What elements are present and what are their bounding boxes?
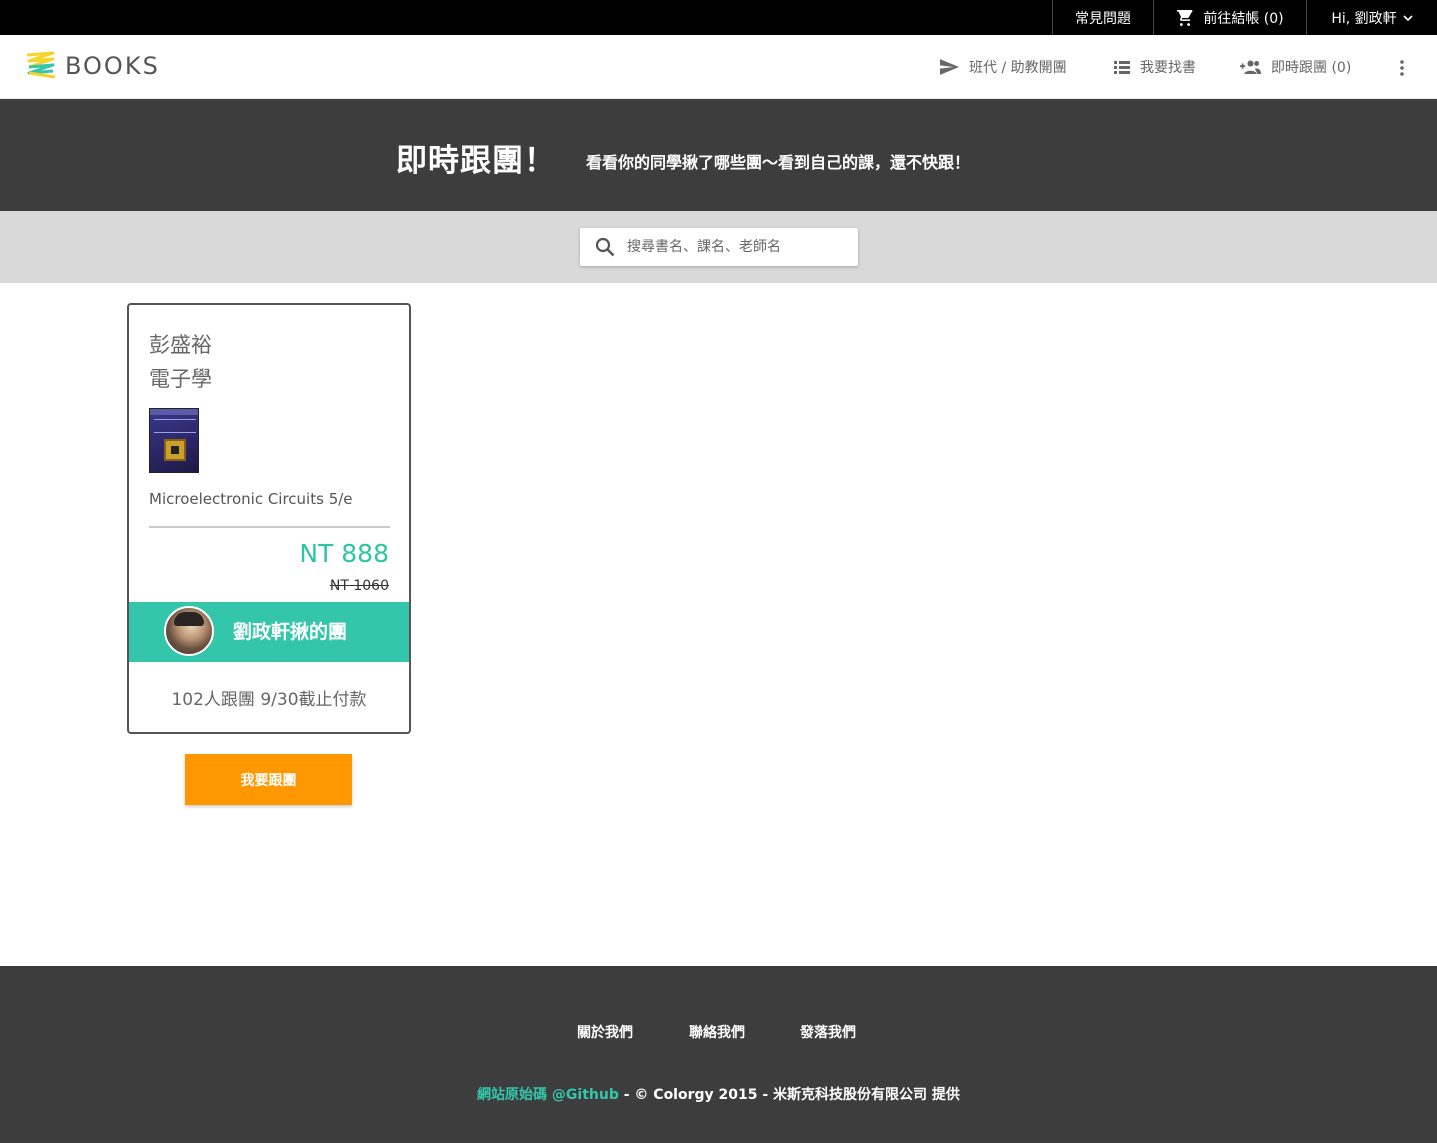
- footer-contact-link[interactable]: 聯絡我們: [689, 1022, 745, 1042]
- card-divider: [149, 526, 390, 528]
- nav-follow-group[interactable]: 即時跟團 (0): [1240, 55, 1351, 79]
- course-name: 電子學: [149, 367, 212, 391]
- banner-title: 即時跟團！: [396, 143, 556, 179]
- followers-info: 102人跟團 9/30截止付款: [171, 690, 367, 710]
- github-link[interactable]: 網站原始碼 @Github: [477, 1087, 619, 1103]
- search-box: [580, 228, 858, 266]
- search-input[interactable]: [627, 239, 847, 255]
- logo-text: BOOKS: [65, 52, 160, 80]
- logo[interactable]: BOOKS: [25, 49, 160, 83]
- more-vert-icon: [1400, 60, 1404, 76]
- nav-follow-group-label: 即時跟團 (0): [1271, 60, 1352, 76]
- group-price: NT 888: [299, 539, 389, 568]
- search-icon: [595, 237, 615, 257]
- nav-find-book[interactable]: 我要找書: [1114, 55, 1196, 79]
- nav-open-group[interactable]: 班代 / 助教開團: [940, 55, 1067, 79]
- checkout-label: 前往結帳 (0): [1203, 10, 1284, 27]
- banner-subtitle: 看看你的同學揪了哪些團～看到自己的課，還不快跟！: [586, 153, 971, 172]
- send-icon: [940, 59, 959, 75]
- faq-label: 常見問題: [1075, 10, 1131, 27]
- hero-banner: 即時跟團！ 看看你的同學揪了哪些團～看到自己的課，還不快跟！: [0, 99, 1437, 211]
- avatar: [164, 606, 214, 656]
- book-title: Microelectronic Circuits 5/e: [149, 490, 353, 508]
- faq-link[interactable]: 常見問題: [1052, 0, 1153, 35]
- book-cover: [149, 408, 199, 473]
- footer-about-link[interactable]: 關於我們: [577, 1022, 633, 1042]
- main-header: BOOKS 班代 / 助教開團 我要找書 即時跟團 (0): [0, 35, 1437, 99]
- chevron-down-icon: [1403, 14, 1413, 21]
- original-price: NT 1060: [329, 578, 389, 594]
- copyright-text: - © Colorgy 2015 - 米斯克科技股份有限公司 提供: [618, 1087, 960, 1103]
- teacher-name: 彭盛裕: [149, 333, 212, 357]
- checkout-link[interactable]: 前往結帳 (0): [1153, 0, 1306, 35]
- copyright-line: 網站原始碼 @Github - © Colorgy 2015 - 米斯克科技股份…: [0, 1084, 1437, 1104]
- list-icon: [1114, 60, 1130, 74]
- nav-open-group-label: 班代 / 助教開團: [969, 60, 1067, 76]
- group-card[interactable]: 彭盛裕 電子學 Microelectronic Circuits 5/e NT …: [127, 303, 411, 734]
- join-group-button[interactable]: 我要跟團: [185, 754, 352, 805]
- cart-icon: [1177, 9, 1193, 26]
- group-leader-label: 劉政軒揪的團: [233, 621, 348, 643]
- logo-icon: [26, 51, 56, 79]
- user-greeting: Hi, 劉政軒: [1331, 10, 1397, 27]
- search-band: [0, 211, 1437, 283]
- footer-blog-link[interactable]: 發落我們: [800, 1022, 856, 1042]
- top-bar: 常見問題 前往結帳 (0) Hi, 劉政軒: [0, 0, 1437, 35]
- more-menu-button[interactable]: [1396, 55, 1418, 79]
- group-add-icon: [1240, 60, 1261, 74]
- nav-find-book-label: 我要找書: [1140, 60, 1196, 76]
- group-leader-bar: 劉政軒揪的團: [129, 602, 409, 662]
- footer: 關於我們 聯絡我們 發落我們 網站原始碼 @Github - © Colorgy…: [0, 966, 1437, 1143]
- user-menu[interactable]: Hi, 劉政軒: [1306, 0, 1437, 35]
